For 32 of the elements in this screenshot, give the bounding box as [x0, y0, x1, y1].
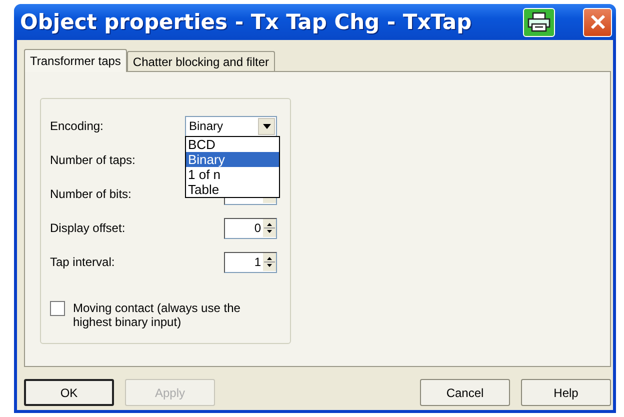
dropdown-option[interactable]: Binary — [186, 152, 279, 167]
printer-icon — [527, 12, 551, 32]
spin-buttons[interactable] — [263, 219, 276, 237]
spin-value: 1 — [253, 255, 262, 269]
field-label: Number of bits: — [50, 187, 132, 201]
close-button[interactable] — [583, 8, 612, 36]
spin-field[interactable]: 0 — [224, 218, 277, 238]
print-button[interactable] — [523, 8, 555, 36]
dropdown-button[interactable] — [258, 118, 275, 134]
field-label: Number of taps: — [50, 153, 136, 167]
dialog-button[interactable]: Cancel — [420, 379, 510, 406]
field-label: Tap interval: — [50, 255, 116, 269]
dialog-button: Apply — [125, 379, 215, 406]
dropdown-option[interactable]: BCD — [186, 137, 279, 152]
dialog-button[interactable]: OK — [24, 379, 114, 406]
close-icon — [588, 13, 606, 31]
field-label: Encoding: — [50, 119, 104, 133]
spin-buttons[interactable] — [263, 253, 276, 271]
field-label: Display offset: — [50, 221, 126, 235]
dropdown-value: Binary — [188, 119, 224, 133]
spin-field[interactable]: 1 — [224, 252, 277, 272]
checkbox[interactable] — [50, 301, 65, 316]
tab[interactable]: Transformer taps — [24, 49, 127, 72]
tab[interactable]: Chatter blocking and filter — [126, 51, 275, 71]
dropdown[interactable]: Binary — [185, 116, 277, 136]
checkbox-label: Moving contact (always use the highest binary input) — [73, 301, 242, 329]
dialog-button[interactable]: Help — [521, 379, 611, 406]
dropdown-option[interactable]: 1 of n — [186, 167, 279, 182]
caret-icon — [262, 124, 270, 128]
dropdown-option[interactable]: Table — [186, 182, 279, 197]
window-title: Object properties - Tx Tap Chg - TxTap — [20, 10, 472, 34]
spin-value: 0 — [253, 221, 262, 235]
